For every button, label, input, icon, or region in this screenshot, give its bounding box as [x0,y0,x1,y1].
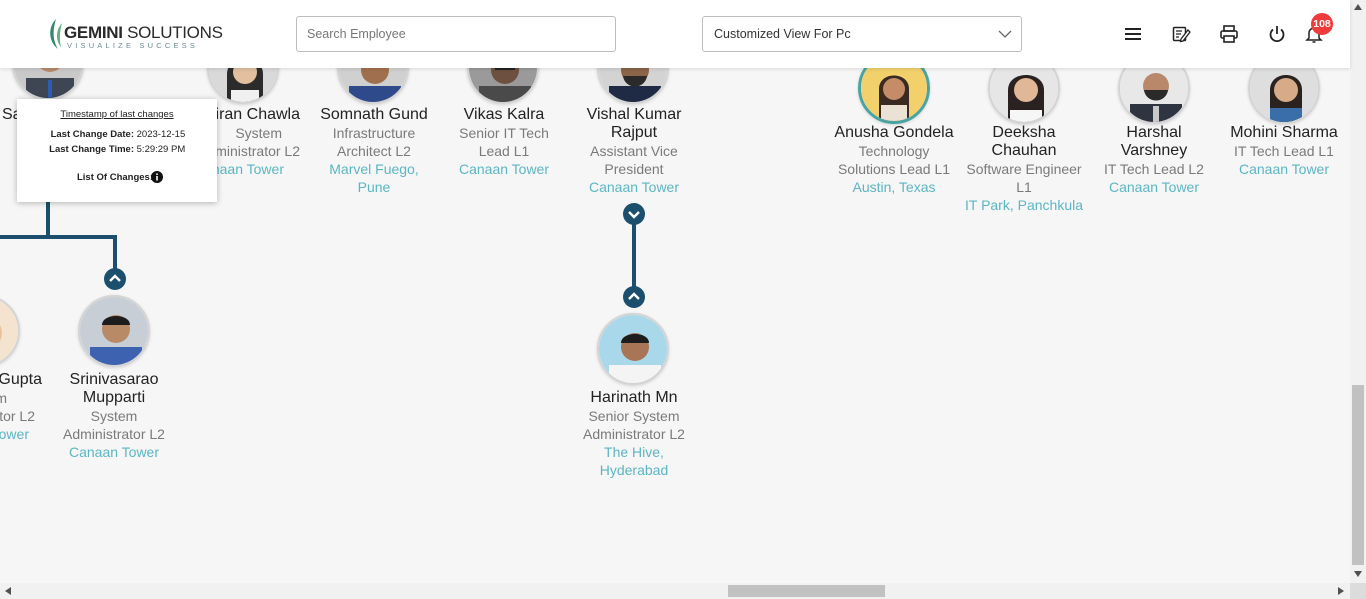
employee-card[interactable]: Deeksha Chauhan Software Engineer L1 IT … [959,124,1089,214]
power-icon[interactable] [1267,24,1287,44]
scroll-left-arrow-icon[interactable] [5,587,11,595]
scroll-right-arrow-icon[interactable] [1338,587,1344,595]
employee-card[interactable]: Somnath Gund Infrastructure Architect L2… [309,106,439,196]
tooltip-title: Timestamp of last changes [60,109,174,120]
employee-designation: Administrator L2 [63,426,165,442]
expand-toggle-button[interactable] [623,203,645,225]
employee-name: Gupta [0,371,42,388]
employee-location[interactable]: Hyderabad [569,461,699,479]
chevron-up-icon [109,274,121,282]
employee-card[interactable]: Harinath Mn Senior System Administrator … [569,389,699,479]
top-header: GEMINI SOLUTIONS VISUALIZE SUCCESS Custo… [0,0,1350,68]
employee-card[interactable]: Vikas Kalra Senior IT Tech Lead L1 Canaa… [439,106,569,178]
employee-designation: Lead L1 [478,143,530,159]
chevron-down-icon [628,211,640,219]
employee-name: Mohini Sharma [1230,124,1338,141]
employee-designation: Senior System [588,408,680,424]
employee-name: Somnath Gund [320,106,428,123]
employee-name: Anusha Gondela [834,124,954,141]
brand-tagline: VISUALIZE SUCCESS [67,41,199,50]
employee-designation: IT Tech Lead L1 [1234,143,1334,159]
employee-location[interactable]: Pune [309,178,439,196]
employee-name: Vishal Kumar [586,106,682,123]
scroll-up-arrow-icon[interactable] [1354,4,1362,10]
collapse-toggle-button[interactable] [623,286,645,308]
list-of-changes-label: List Of Changes: [76,172,153,183]
gemini-logo[interactable]: GEMINI SOLUTIONS VISUALIZE SUCCESS [46,17,223,51]
employee-card[interactable]: Gupta m tor L2 ower [0,371,42,443]
employee-designation: IT Tech Lead L2 [1104,161,1204,177]
employee-location[interactable]: IT Park, Panchkula [959,196,1089,214]
employee-location[interactable]: Marvel Fuego, [309,160,439,178]
employee-name: Mupparti [82,389,146,406]
horizontal-scrollbar[interactable] [0,583,1350,599]
employee-card[interactable]: Srinivasarao Mupparti System Administrat… [49,371,179,461]
employee-location[interactable]: Canaan Tower [569,178,699,196]
employee-location[interactable]: Austin, Texas [829,178,959,196]
employee-card[interactable]: Anusha Gondela Technology Solutions Lead… [829,124,959,196]
avatar[interactable] [78,295,150,367]
last-change-time-value: 5:29:29 PM [136,144,186,155]
employee-designation: tor L2 [0,408,35,424]
last-change-date-value: 2023-12-15 [136,129,186,140]
vertical-scrollbar[interactable] [1350,0,1366,583]
brand-name-bold: GEMINI [64,23,123,42]
printer-icon[interactable] [1219,24,1239,44]
employee-location[interactable]: ower [0,425,42,443]
scrollbar-corner [1350,583,1366,599]
last-change-date-row: Last Change Date: 2023-12-15 [17,129,217,140]
employee-designation: Architect L2 [337,143,411,159]
employee-name: Harinath Mn [590,389,678,406]
last-change-tooltip: Timestamp of last changes Last Change Da… [17,99,217,202]
employee-card[interactable]: Vishal Kumar Rajput Assistant Vice Presi… [569,106,699,196]
employee-designation: System [90,408,138,424]
employee-location[interactable]: Canaan Tower [1089,178,1219,196]
info-icon[interactable] [151,171,163,183]
employee-designation: Assistant Vice [590,143,678,159]
employee-name: Srinivasarao [69,371,159,388]
notification-count-badge: 108 [1311,13,1333,35]
employee-designation: Solutions Lead L1 [837,161,951,177]
employee-name: Varshney [1120,142,1188,159]
vertical-scroll-thumb[interactable] [1352,385,1364,565]
employee-name: Deeksha [992,124,1056,141]
edit-document-icon[interactable] [1171,24,1191,44]
employee-designation: President [604,161,664,177]
employee-location[interactable]: Canaan Tower [49,443,179,461]
last-change-time-label: Last Change Time: [49,144,134,155]
employee-designation: Administrator L2 [583,426,685,442]
brand-name-rest: SOLUTIONS [122,23,223,42]
employee-card[interactable]: Mohini Sharma IT Tech Lead L1 Canaan Tow… [1219,124,1349,178]
employee-designation: m [0,390,7,406]
collapse-toggle-button[interactable] [104,268,126,290]
employee-location[interactable]: Canaan Tower [439,160,569,178]
employee-designation: Infrastructure [332,125,416,141]
view-select[interactable]: Customized View For Pc [702,16,1022,52]
employee-name: Harshal [1126,124,1182,141]
view-select-value: Customized View For Pc [714,27,851,41]
employee-designation: Senior IT Tech [459,125,549,141]
employee-card[interactable]: Harshal Varshney IT Tech Lead L2 Canaan … [1089,124,1219,196]
chevron-up-icon [628,292,640,300]
employee-designation: Technology [858,143,930,159]
last-change-date-label: Last Change Date: [50,129,134,140]
chevron-down-icon [998,30,1012,38]
employee-name: Chauhan [991,142,1057,159]
employee-location[interactable]: Canaan Tower [1219,160,1349,178]
avatar[interactable] [597,313,669,385]
employee-name: Rajput [610,124,658,141]
person-photo [861,68,927,121]
employee-designation: Software Engineer [966,161,1082,177]
employee-location[interactable]: The Hive, [569,443,699,461]
scroll-down-arrow-icon[interactable] [1354,571,1362,577]
search-employee-input[interactable] [296,16,616,52]
employee-name: Vikas Kalra [463,106,545,123]
last-change-time-row: Last Change Time: 5:29:29 PM [17,144,217,155]
employee-designation: L1 [1016,179,1032,195]
menu-icon[interactable] [1123,24,1143,44]
horizontal-scroll-thumb[interactable] [728,585,885,597]
